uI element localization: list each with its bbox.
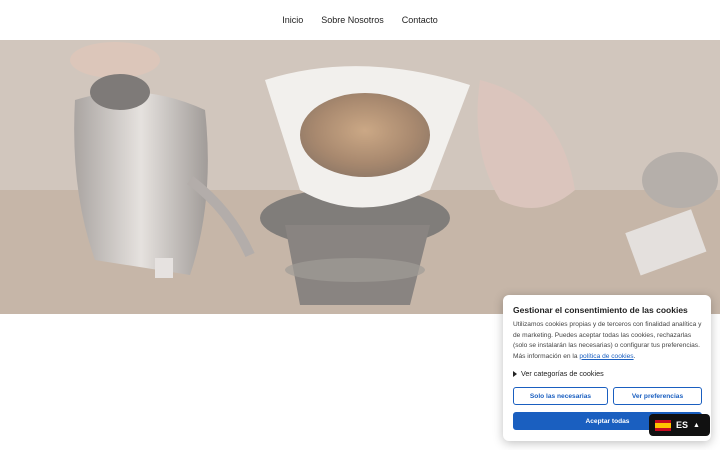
hero-image [0, 40, 720, 314]
nav-item-contacto[interactable]: Contacto [402, 13, 438, 27]
cookie-categories-toggle[interactable]: Ver categorías de cookies [513, 369, 604, 378]
view-preferences-button[interactable]: Ver preferencias [613, 387, 702, 405]
necessary-only-button[interactable]: Solo las necesarias [513, 387, 608, 405]
nav-item-inicio[interactable]: Inicio [282, 13, 303, 27]
language-switcher[interactable]: ES ▲ [649, 414, 710, 436]
top-navigation: Inicio Sobre Nosotros Contacto [0, 0, 720, 40]
cookie-title: Gestionar el consentimiento de las cooki… [513, 305, 688, 315]
chevron-up-icon: ▲ [693, 421, 700, 429]
cookie-description-end: . [633, 352, 636, 360]
cookie-categories-label: Ver categorías de cookies [521, 369, 604, 378]
spain-flag-icon [655, 419, 671, 431]
cookie-description: Utilizamos cookies propias y de terceros… [513, 320, 703, 362]
cookie-policy-link[interactable]: política de cookies [579, 353, 633, 360]
triangle-right-icon [513, 371, 517, 378]
language-code: ES [676, 420, 689, 430]
nav-item-sobre-nosotros[interactable]: Sobre Nosotros [321, 13, 384, 27]
hero-overlay [0, 40, 720, 314]
